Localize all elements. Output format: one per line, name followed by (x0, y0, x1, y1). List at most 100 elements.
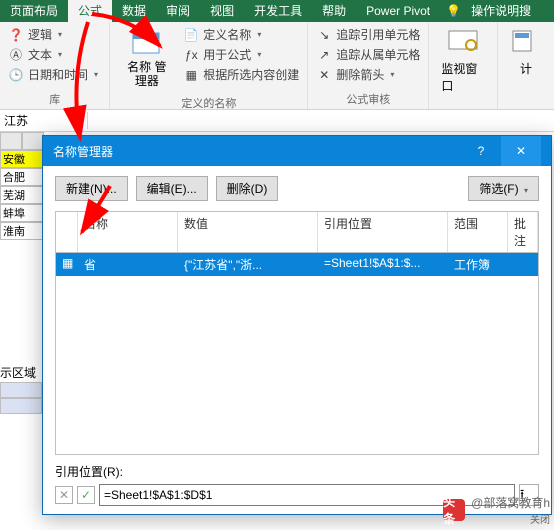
group-watch: 监视窗口 (429, 22, 498, 109)
col-header[interactable] (22, 132, 44, 150)
side-label: 示区域 (0, 364, 36, 381)
row-note (508, 253, 538, 276)
logical-icon: ❓ (8, 27, 24, 43)
new-button[interactable]: 新建(N)... (55, 176, 128, 201)
label: 追踪引用单元格 (336, 26, 420, 43)
cell[interactable] (0, 398, 42, 414)
caret-icon: ▾ (390, 70, 394, 79)
ribbon-tabs: 页面布局 公式 数据 审阅 视图 开发工具 帮助 Power Pivot 💡 操… (0, 0, 554, 22)
btn-name-manager[interactable]: 名称 管理器 (116, 25, 177, 93)
btn-use-in-formula[interactable]: ƒx用于公式 ▾ (181, 45, 301, 64)
btn-logical-label: 逻辑 (28, 26, 52, 43)
btn-define-name[interactable]: 📄定义名称 ▾ (181, 25, 301, 44)
btn-datetime-label: 日期和时间 (28, 66, 88, 83)
label: 计 (520, 60, 532, 77)
text-icon: Ⓐ (8, 47, 24, 63)
bulb-icon: 💡 (446, 4, 461, 18)
watermark-logo: 头条 (443, 499, 465, 521)
label: 根据所选内容创建 (203, 66, 299, 83)
calc-icon (510, 29, 542, 57)
define-name-icon: 📄 (183, 27, 199, 43)
row-header[interactable] (0, 132, 22, 150)
caret-icon: ▾ (524, 186, 528, 195)
cancel-chk[interactable]: ✕ (55, 486, 73, 504)
tab-data[interactable]: 数据 (112, 0, 156, 22)
tab-help[interactable]: 帮助 (312, 0, 356, 22)
caret-icon: ▾ (94, 70, 98, 79)
col-scope[interactable]: 范围 (448, 212, 508, 252)
list-rows: ▦ 省 {"江苏省","浙... =Sheet1!$A$1:$... 工作簿 (55, 253, 539, 455)
btn-calc[interactable]: 计 (504, 25, 548, 81)
btn-trace-dependents[interactable]: ↗追踪从属单元格 (314, 45, 422, 64)
caret-icon: ▾ (58, 30, 62, 39)
edit-button[interactable]: 编辑(E)... (136, 176, 208, 201)
tab-review[interactable]: 审阅 (156, 0, 200, 22)
label: 用于公式 (203, 46, 251, 63)
col-note[interactable]: 批注 (508, 212, 538, 252)
group-label: 定义的名称 (116, 93, 301, 111)
col-value[interactable]: 数值 (178, 212, 318, 252)
group-function-library: ❓逻辑 ▾ Ⓐ文本 ▾ 🕒日期和时间 ▾ 库 (0, 22, 110, 109)
btn-logical[interactable]: ❓逻辑 ▾ (6, 25, 103, 44)
label: 筛选(F) (479, 182, 518, 196)
name-row[interactable]: ▦ 省 {"江苏省","浙... =Sheet1!$A$1:$... 工作簿 (56, 253, 538, 276)
dialog-titlebar[interactable]: 名称管理器 ? ✕ (43, 136, 551, 166)
tab-view[interactable]: 视图 (200, 0, 244, 22)
tab-formulas[interactable]: 公式 (68, 0, 112, 22)
label: 定义名称 (203, 26, 251, 43)
btn-text[interactable]: Ⓐ文本 ▾ (6, 45, 103, 64)
ribbon-body: ❓逻辑 ▾ Ⓐ文本 ▾ 🕒日期和时间 ▾ 库 名称 管理器 📄定义名称 ▾ ƒx用于公式… (0, 22, 554, 110)
col-name[interactable]: 名称 (78, 212, 178, 252)
delete-button[interactable]: 删除(D) (216, 176, 279, 201)
col-icon[interactable] (56, 212, 78, 252)
btn-create-from-selection[interactable]: ▦根据所选内容创建 (181, 65, 301, 84)
tell-me[interactable]: 操作说明搜 (461, 0, 541, 22)
tab-page-layout[interactable]: 页面布局 (0, 0, 68, 22)
btn-watch-window[interactable]: 监视窗口 (435, 25, 491, 98)
datetime-icon: 🕒 (8, 67, 24, 83)
tab-powerpivot[interactable]: Power Pivot (356, 0, 440, 22)
dialog-title: 名称管理器 (53, 143, 113, 160)
caret-icon: ▾ (257, 50, 261, 59)
cell[interactable]: 淮南 (0, 222, 44, 240)
btn-name-manager-label: 名称 管理器 (122, 60, 171, 89)
caret-icon: ▾ (58, 50, 62, 59)
btn-datetime[interactable]: 🕒日期和时间 ▾ (6, 65, 103, 84)
accept-chk[interactable]: ✓ (77, 486, 95, 504)
close-button[interactable]: ✕ (501, 136, 541, 166)
row-icon: ▦ (56, 253, 78, 276)
filter-button[interactable]: 筛选(F) ▾ (468, 176, 539, 201)
help-button[interactable]: ? (461, 136, 501, 166)
watermark: 头条 @部落窝教育h 关闭 (443, 494, 550, 526)
row-name: 省 (78, 253, 178, 276)
cell-yellow[interactable]: 安徽 (0, 150, 44, 168)
btn-text-label: 文本 (28, 46, 52, 63)
group-defined-names: 名称 管理器 📄定义名称 ▾ ƒx用于公式 ▾ ▦根据所选内容创建 定义的名称 (110, 22, 308, 109)
tab-developer[interactable]: 开发工具 (244, 0, 312, 22)
cell[interactable] (0, 382, 42, 398)
btn-remove-arrows[interactable]: ✕删除箭头▾ (314, 65, 422, 84)
group-formula-auditing: ↘追踪引用单元格 ↗追踪从属单元格 ✕删除箭头▾ 公式审核 (308, 22, 429, 109)
btn-trace-precedents[interactable]: ↘追踪引用单元格 (314, 25, 422, 44)
formula-bar: 江苏 (0, 110, 554, 132)
cell[interactable]: 合肥 (0, 168, 44, 186)
cell[interactable]: 蚌埠 (0, 204, 44, 222)
create-icon: ▦ (183, 67, 199, 83)
group-label: 库 (6, 89, 103, 107)
dialog-body: 新建(N)... 编辑(E)... 删除(D) 筛选(F) ▾ 名称 数值 引用… (43, 166, 551, 514)
group-label: 公式审核 (314, 89, 422, 107)
label: 追踪从属单元格 (336, 46, 420, 63)
caret-icon: ▾ (257, 30, 261, 39)
ref-label: 引用位置(R): (55, 463, 539, 480)
group-calc: 计 (498, 22, 554, 109)
name-manager-dialog: 名称管理器 ? ✕ 新建(N)... 编辑(E)... 删除(D) 筛选(F) … (42, 135, 552, 515)
cell[interactable]: 芜湖 (0, 186, 44, 204)
row-scope: 工作簿 (448, 253, 508, 276)
list-header: 名称 数值 引用位置 范围 批注 (55, 211, 539, 253)
col-ref[interactable]: 引用位置 (318, 212, 448, 252)
watch-icon (447, 29, 479, 57)
name-box[interactable]: 江苏 (0, 112, 88, 129)
formula-icon: ƒx (183, 47, 199, 63)
sheet-grid: 安徽 合肥 芜湖 蚌埠 淮南 (0, 132, 44, 240)
row-ref: =Sheet1!$A$1:$... (318, 253, 448, 276)
